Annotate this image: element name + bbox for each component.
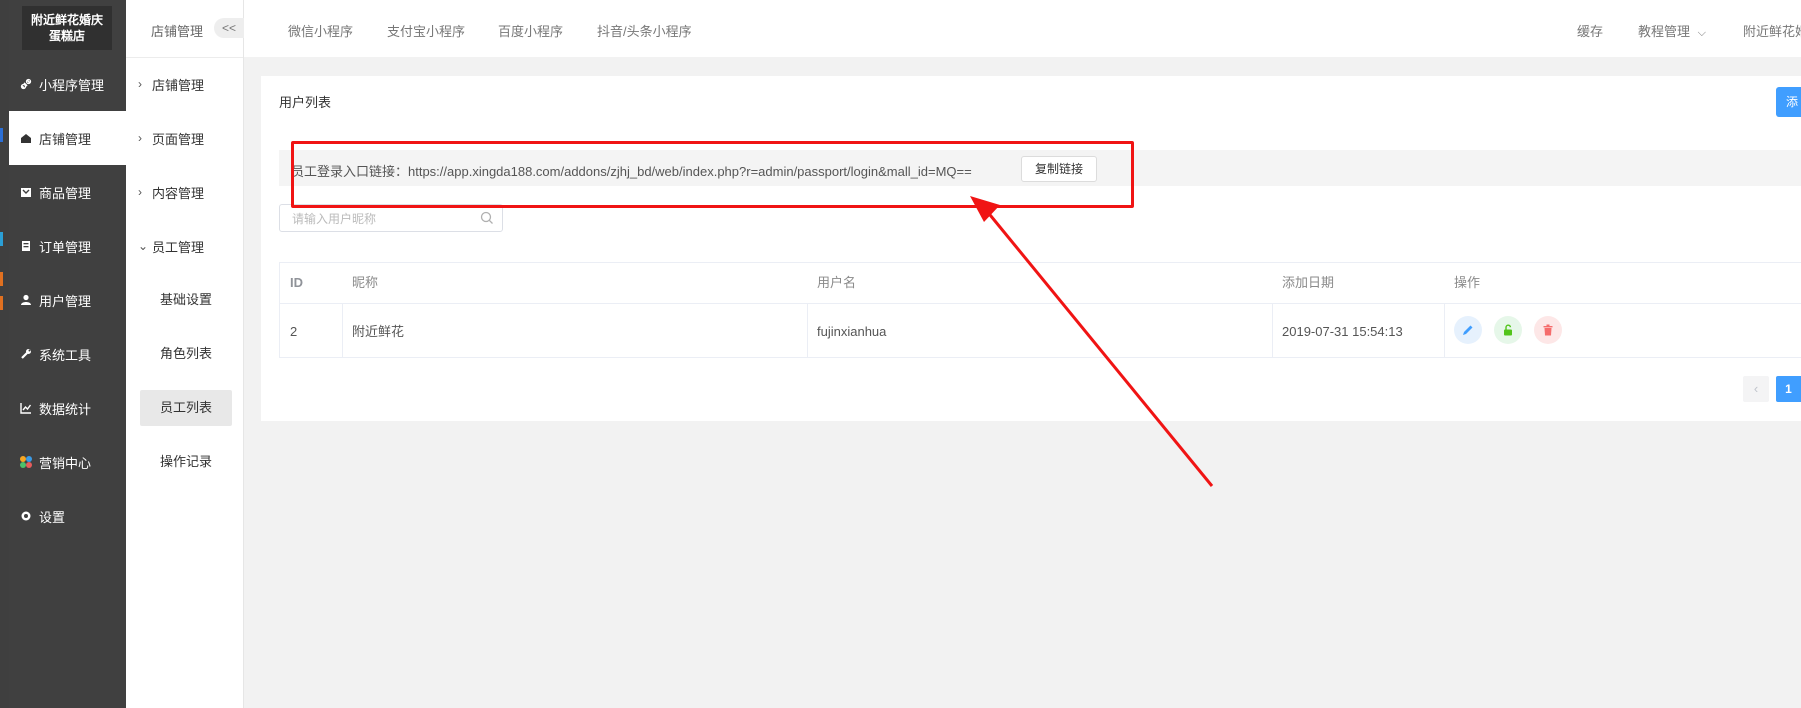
sidebar-item-label: 营销中心: [39, 455, 92, 471]
collapse-button[interactable]: <<: [214, 18, 244, 38]
sidebar-item-marketing[interactable]: 营销中心: [9, 435, 126, 489]
goods-icon: [19, 185, 33, 199]
table-header-actions: 操作: [1454, 275, 1481, 290]
sidebar-item-label: 设置: [39, 509, 66, 525]
search-box: [279, 204, 503, 232]
table-header-date: 添加日期: [1282, 275, 1335, 290]
edge-marker: [0, 272, 3, 286]
sidebar-item-tools[interactable]: 系统工具: [9, 327, 126, 381]
tutorial-label: 教程管理: [1638, 24, 1691, 39]
tab-baidu[interactable]: 百度小程序: [498, 21, 563, 40]
edge-marker: [0, 296, 3, 310]
subnav-child-staff-list[interactable]: 员工列表: [140, 390, 232, 426]
sidebar-item-store[interactable]: 店铺管理: [9, 111, 126, 165]
main-sidebar: 附近鲜花婚庆 蛋糕店 小程序管理 店铺管理 商品管理 订单管理 用户管理 系统工…: [9, 0, 126, 708]
subnav-child-operation-log[interactable]: 操作记录: [140, 444, 232, 480]
sub-navigation: 店铺管理 << › 店铺管理 › 页面管理 › 内容管理 ⌄ 员工管理 基础设置…: [126, 0, 244, 708]
wrench-icon: [19, 347, 33, 361]
delete-button[interactable]: [1534, 316, 1562, 344]
subnav-item-store[interactable]: › 店铺管理: [126, 57, 243, 111]
sidebar-item-miniprogram[interactable]: 小程序管理: [9, 57, 126, 111]
pencil-icon: [1463, 325, 1473, 335]
user-menu[interactable]: 附近鲜花婚: [1743, 21, 1801, 40]
edge-marker: [0, 128, 3, 142]
sidebar-item-goods[interactable]: 商品管理: [9, 165, 126, 219]
chevron-right-icon: ›: [138, 77, 142, 91]
chevron-right-icon: ›: [138, 185, 142, 199]
tab-alipay[interactable]: 支付宝小程序: [387, 21, 465, 40]
chevron-down-icon: ⌄: [138, 239, 149, 253]
edge-strip: [0, 0, 9, 708]
sidebar-item-statistics[interactable]: 数据统计: [9, 381, 126, 435]
sidebar-item-label: 数据统计: [39, 401, 92, 417]
chevron-right-icon: ›: [138, 131, 142, 145]
page-title: 用户列表: [279, 95, 332, 110]
tab-wechat[interactable]: 微信小程序: [288, 21, 353, 40]
table-header-username: 用户名: [817, 275, 857, 290]
cache-link[interactable]: 缓存: [1577, 21, 1603, 40]
subnav-item-label: 页面管理: [152, 131, 205, 147]
search-input[interactable]: [290, 209, 474, 229]
cell-username: fujinxianhua: [817, 324, 887, 339]
tab-douyin[interactable]: 抖音/头条小程序: [597, 21, 692, 40]
trash-icon: [1543, 324, 1553, 336]
search-icon[interactable]: [480, 211, 494, 225]
pagination-prev-button[interactable]: ‹: [1743, 376, 1769, 402]
card-header: 用户列表 添: [261, 76, 1801, 122]
cell-date: 2019-07-31 15:54:13: [1282, 324, 1403, 339]
subnav-child-role-list[interactable]: 角色列表: [140, 336, 232, 372]
annotation-highlight-box: [291, 141, 1134, 208]
chevron-down-icon: ⌵: [1697, 27, 1706, 39]
edge-marker: [0, 232, 3, 246]
sidebar-item-label: 用户管理: [39, 293, 92, 309]
unlock-button[interactable]: [1494, 316, 1522, 344]
subnav-item-label: 店铺管理: [152, 77, 205, 93]
user-table: ID 昵称 用户名 添加日期 操作 2 附近鲜花 fujinxianhua 20…: [279, 262, 1801, 358]
subnav-item-staff[interactable]: ⌄ 员工管理: [126, 219, 243, 273]
subnav-item-pages[interactable]: › 页面管理: [126, 111, 243, 165]
sidebar-item-users[interactable]: 用户管理: [9, 273, 126, 327]
subnav-item-content[interactable]: › 内容管理: [126, 165, 243, 219]
edit-button[interactable]: [1454, 316, 1482, 344]
subnav-item-label: 员工管理: [152, 239, 205, 255]
subnav-child-basic-settings[interactable]: 基础设置: [140, 282, 232, 318]
subnav-title: 店铺管理: [151, 24, 204, 39]
order-icon: [19, 239, 33, 253]
pagination-page-1[interactable]: 1: [1776, 376, 1801, 402]
add-button[interactable]: 添: [1776, 87, 1801, 117]
tutorial-menu[interactable]: 教程管理 ⌵: [1638, 21, 1706, 40]
cell-nickname: 附近鲜花: [352, 324, 405, 339]
sidebar-item-label: 订单管理: [39, 239, 92, 255]
store-logo[interactable]: 附近鲜花婚庆 蛋糕店: [22, 6, 112, 50]
gear-icon: [19, 509, 33, 523]
cell-id: 2: [290, 324, 298, 339]
user-icon: [19, 293, 33, 307]
marketing-icon: [19, 455, 33, 469]
unlock-icon: [1504, 324, 1512, 336]
subnav-item-label: 内容管理: [152, 185, 205, 201]
sidebar-item-label: 小程序管理: [39, 77, 105, 93]
link-icon: [19, 77, 33, 91]
top-bar: 微信小程序 支付宝小程序 百度小程序 抖音/头条小程序 缓存 教程管理 ⌵ 附近…: [244, 0, 1801, 57]
table-row: 2 附近鲜花 fujinxianhua 2019-07-31 15:54:13: [280, 303, 1801, 359]
table-header-nickname: 昵称: [352, 275, 379, 290]
subnav-header: 店铺管理 <<: [126, 0, 244, 58]
sidebar-item-orders[interactable]: 订单管理: [9, 219, 126, 273]
store-icon: [19, 131, 33, 145]
sidebar-item-label: 商品管理: [39, 185, 92, 201]
sidebar-item-settings[interactable]: 设置: [9, 489, 126, 543]
sidebar-item-label: 店铺管理: [39, 131, 92, 147]
sidebar-item-label: 系统工具: [39, 347, 92, 363]
chart-icon: [19, 401, 33, 415]
